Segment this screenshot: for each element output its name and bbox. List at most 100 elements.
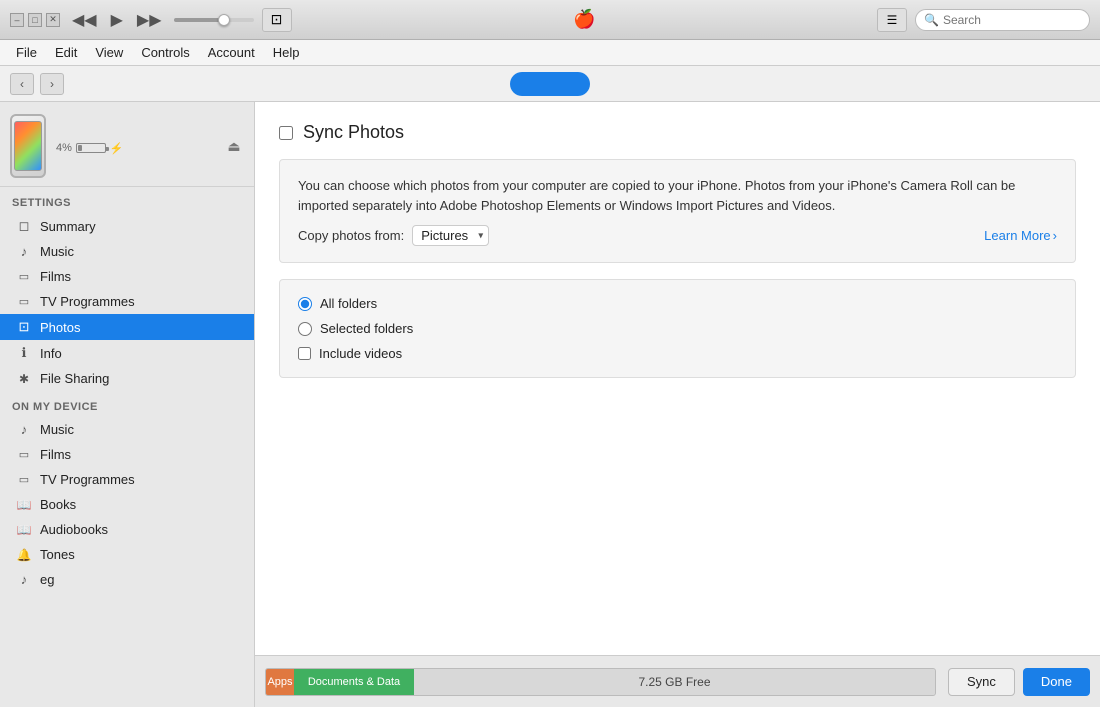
sidebar-item-tv-device[interactable]: ▭ TV Programmes [0,467,254,492]
include-videos-label: Include videos [319,346,402,361]
sidebar-item-label: Summary [40,219,96,234]
airplay-button[interactable]: ⊡ [262,8,292,32]
sidebar-item-label: Tones [40,547,75,562]
selected-folders-row: Selected folders [298,321,1057,336]
back-button[interactable]: ‹ [10,73,34,95]
music-icon: ♪ [16,244,32,259]
sidebar-item-label: Films [40,269,71,284]
sidebar-item-tv-programmes[interactable]: ▭ TV Programmes [0,289,254,314]
volume-knob [218,14,230,26]
playback-controls: ◀◀ ▶ ▶▶ [68,8,166,32]
menu-edit[interactable]: Edit [47,43,85,62]
docs-segment: Documents & Data [294,669,414,695]
eg-device-icon: ♪ [16,572,32,587]
include-videos-row: Include videos [298,346,1057,361]
sidebar-item-label: Music [40,422,74,437]
info-text: You can choose which photos from your co… [298,176,1057,215]
sidebar-item-label: Audiobooks [40,522,108,537]
search-box[interactable]: 🔍 [915,9,1090,31]
tones-device-icon: 🔔 [16,548,32,562]
battery-fill [78,145,82,151]
titlebar: – □ ✕ ◀◀ ▶ ▶▶ ⊡ 🍎 ☰ 🔍 [0,0,1100,40]
sidebar-item-summary[interactable]: ◻ Summary [0,213,254,239]
copy-label: Copy photos from: [298,228,404,243]
battery-tip [106,147,109,151]
info-box: You can choose which photos from your co… [279,159,1076,263]
sidebar-item-file-sharing[interactable]: ✱ File Sharing [0,366,254,391]
search-icon: 🔍 [924,13,939,27]
info-icon: ℹ [16,345,32,361]
docs-label: Documents & Data [308,676,400,688]
on-my-device-section-label: On My Device [0,391,254,417]
restore-button[interactable]: □ [28,13,42,27]
learn-more-chevron-icon: › [1053,228,1057,243]
sidebar-item-label: Books [40,497,76,512]
sync-photos-checkbox[interactable] [279,126,293,140]
content-area: Sync Photos You can choose which photos … [255,102,1100,707]
minimize-button[interactable]: – [10,13,24,27]
battery-bar [76,143,106,153]
rewind-button[interactable]: ◀◀ [68,8,101,32]
all-folders-radio[interactable] [298,297,312,311]
settings-section-label: Settings [0,187,254,213]
device-header: 4% ⚡ ⏏ [0,102,254,187]
options-box: All folders Selected folders Include vid… [279,279,1076,378]
forward-button[interactable]: › [40,73,64,95]
selected-folders-radio[interactable] [298,322,312,336]
sidebar-item-audiobooks-device[interactable]: 📖 Audiobooks [0,517,254,542]
fast-forward-button[interactable]: ▶▶ [133,8,166,32]
play-button[interactable]: ▶ [107,8,127,32]
device-info: 4% ⚡ [56,138,214,155]
menu-controls[interactable]: Controls [133,43,197,62]
sidebar-item-label: Photos [40,320,80,335]
menu-account[interactable]: Account [200,43,263,62]
include-videos-checkbox[interactable] [298,347,311,360]
sidebar-item-photos[interactable]: ⊡ Photos [0,314,254,340]
close-button[interactable]: ✕ [46,13,60,27]
free-label: 7.25 GB Free [638,675,710,689]
volume-slider[interactable] [174,18,254,22]
copy-photos-select[interactable]: Pictures [412,225,489,246]
titlebar-left: – □ ✕ ◀◀ ▶ ▶▶ ⊡ [10,8,292,32]
battery-percentage: 4% [56,142,72,154]
menu-help[interactable]: Help [265,43,308,62]
learn-more-link[interactable]: Learn More › [984,228,1057,243]
apps-label: Apps [267,676,292,688]
books-device-icon: 📖 [16,498,32,512]
sidebar-item-label: Info [40,346,62,361]
file-sharing-icon: ✱ [16,372,32,386]
sidebar-item-books-device[interactable]: 📖 Books [0,492,254,517]
device-screen [14,121,42,171]
airplay-icon: ⊡ [271,11,283,28]
sync-button[interactable]: Sync [948,668,1015,696]
photos-icon: ⊡ [16,319,32,335]
done-button[interactable]: Done [1023,668,1090,696]
sidebar-item-label: Films [40,447,71,462]
sidebar-item-music[interactable]: ♪ Music [0,239,254,264]
search-input[interactable] [943,13,1081,27]
list-view-button[interactable]: ☰ [877,8,907,32]
titlebar-right: ☰ 🔍 [877,8,1090,32]
main-area: 4% ⚡ ⏏ Settings ◻ Summary ♪ Music ▭ Film… [0,102,1100,707]
sidebar-item-films-device[interactable]: ▭ Films [0,442,254,467]
battery-row: 4% ⚡ [56,142,214,155]
apps-segment: Apps [266,669,294,695]
sidebar-item-films[interactable]: ▭ Films [0,264,254,289]
sidebar-item-music-device[interactable]: ♪ Music [0,417,254,442]
sidebar-item-info[interactable]: ℹ Info [0,340,254,366]
menu-file[interactable]: File [8,43,45,62]
sidebar-item-label: TV Programmes [40,294,135,309]
sidebar-item-label: Music [40,244,74,259]
sync-nav-button[interactable] [510,72,590,96]
charge-icon: ⚡ [110,142,124,155]
menu-view[interactable]: View [87,43,131,62]
device-icon [10,114,46,178]
sync-photos-title: Sync Photos [303,122,404,143]
all-folders-row: All folders [298,296,1057,311]
copy-select-wrapper: Pictures ▾ [412,225,489,246]
sync-photos-header: Sync Photos [279,122,1076,143]
sidebar-item-eg-device[interactable]: ♪ eg [0,567,254,592]
sidebar-item-tones-device[interactable]: 🔔 Tones [0,542,254,567]
eject-button[interactable]: ⏏ [224,136,244,156]
navbar: ‹ › [0,66,1100,102]
